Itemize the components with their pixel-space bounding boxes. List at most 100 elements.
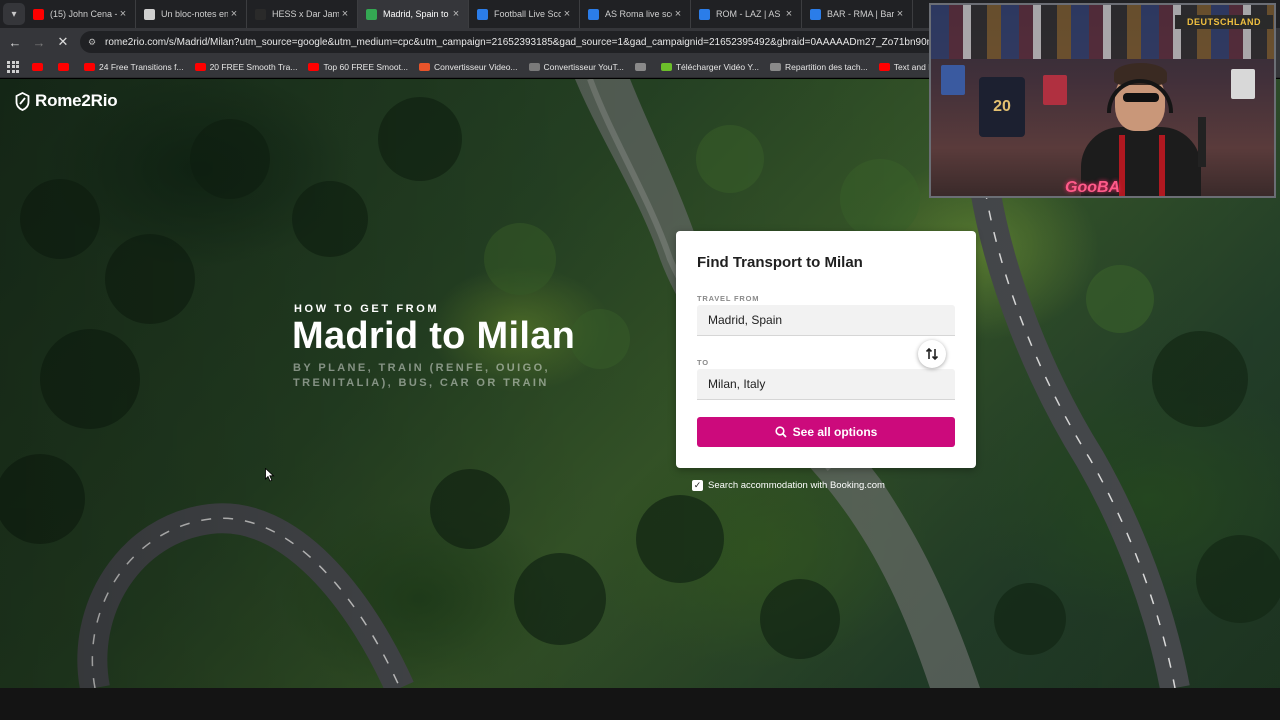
from-value[interactable]: Madrid, Spain [708, 313, 782, 327]
tab-search-chevron-icon[interactable]: ▾ [3, 3, 25, 25]
hero-kicker: HOW TO GET FROM [294, 303, 440, 315]
forward-arrow-icon[interactable]: → [27, 30, 51, 54]
accommodation-label[interactable]: Search accommodation with Booking.com [708, 480, 885, 491]
search-card: Find Transport to Milan TRAVEL FROM Madr… [676, 231, 976, 468]
to-field[interactable]: Milan, Italy [697, 369, 955, 400]
to-value[interactable]: Milan, Italy [708, 377, 765, 391]
bookmark-2[interactable]: 24 Free Transitions f... [84, 62, 184, 72]
k-icon [255, 8, 266, 20]
webcam-wall-posters [931, 5, 1274, 59]
see-all-options-label: See all options [792, 425, 878, 439]
tab-title[interactable]: Football Live Scor [494, 9, 561, 19]
apps-grid-icon[interactable] [6, 60, 20, 74]
c-icon [588, 8, 599, 20]
youtube-icon [33, 8, 44, 20]
framed-jersey: 20 [979, 77, 1025, 137]
tab-title[interactable]: AS Roma live scor [605, 9, 672, 19]
bottom-bar [0, 688, 1280, 720]
tab-title[interactable]: HESS x Dar Jamila [272, 9, 339, 19]
tab-6[interactable]: ROM - LAZ | AS R × [691, 0, 802, 28]
tab-close-icon[interactable]: × [450, 8, 462, 20]
wall-poster [1043, 75, 1067, 105]
tab-close-icon[interactable]: × [339, 8, 351, 20]
converter-icon [528, 62, 540, 71]
tab-2[interactable]: HESS x Dar Jamila× [247, 0, 358, 28]
bookmark-7[interactable] [634, 62, 650, 71]
rome2rio-logo-icon [15, 91, 30, 111]
tab-close-icon[interactable]: × [228, 8, 240, 20]
tab-close-icon[interactable]: × [561, 8, 573, 20]
tab-title[interactable]: BAR - RMA | Barc [827, 9, 894, 19]
tab-title[interactable]: Un bloc-notes en [161, 9, 228, 19]
tab-close-icon[interactable]: × [783, 8, 795, 20]
bookmark-1[interactable] [58, 62, 73, 71]
wall-poster [1231, 69, 1255, 99]
youtube-icon [194, 62, 206, 71]
mouse-cursor-icon [265, 468, 275, 482]
rome2rio-logo[interactable]: Rome2Rio [15, 91, 118, 111]
search-icon [775, 426, 787, 438]
from-label: TRAVEL FROM [697, 294, 760, 303]
youtube-icon [308, 62, 320, 71]
tab-0[interactable]: (15) John Cena - × [25, 0, 136, 28]
bookmark-label[interactable]: Repartition des tach... [785, 62, 868, 72]
page-title: Madrid to Milan [292, 315, 576, 357]
swap-locations-button[interactable] [918, 340, 946, 368]
to-label: TO [697, 358, 709, 367]
swap-arrows-icon [925, 347, 939, 361]
accommodation-option[interactable]: ✓ Search accommodation with Booking.com [692, 480, 885, 491]
microphone-arm [1198, 117, 1206, 167]
bookmark-label[interactable]: 24 Free Transitions f... [99, 62, 184, 72]
globe-icon [634, 62, 646, 71]
bookmark-5[interactable]: Convertisseur Video... [419, 62, 518, 72]
tab-close-icon[interactable]: × [894, 8, 906, 20]
back-arrow-icon[interactable]: ← [3, 30, 27, 54]
tab-close-icon[interactable]: × [117, 8, 129, 20]
youtube-icon [58, 62, 69, 71]
bookmark-8[interactable]: Télécharger Vidéo Y... [660, 62, 759, 72]
hero-subtitle: BY PLANE, TRAIN (RENFE, OUIGO, TRENITALI… [293, 362, 550, 389]
tab-4[interactable]: Football Live Scor × [469, 0, 580, 28]
document-icon [770, 62, 781, 71]
bookmark-9[interactable]: Repartition des tach... [770, 62, 868, 72]
tab-title[interactable]: Madrid, Spain to [383, 9, 450, 19]
document-icon [144, 8, 155, 20]
stop-loading-icon[interactable]: ✕ [51, 30, 75, 54]
c-icon [699, 8, 710, 20]
tab-close-icon[interactable]: × [672, 8, 684, 20]
webcam-wall-banner: DEUTSCHLAND [1175, 15, 1273, 29]
bookmark-4[interactable]: Top 60 FREE Smoot... [308, 62, 408, 72]
tab-3[interactable]: Madrid, Spain to × [358, 0, 469, 28]
tab-1[interactable]: Un bloc-notes en × [136, 0, 247, 28]
tab-7[interactable]: BAR - RMA | Barc × [802, 0, 913, 28]
bookmark-label[interactable]: Convertisseur Video... [434, 62, 517, 72]
download-icon [660, 62, 672, 71]
youtube-icon [878, 62, 890, 71]
tab-title[interactable]: (15) John Cena - [50, 9, 117, 19]
webcam-overlay: DEUTSCHLAND 20 GooBA [929, 3, 1276, 198]
bookmark-3[interactable]: 20 FREE Smooth Tra... [194, 62, 298, 72]
location-pin-icon [366, 8, 377, 20]
z-icon [419, 62, 431, 71]
bookmark-0[interactable] [32, 62, 47, 71]
c-icon [810, 8, 821, 20]
search-card-title: Find Transport to Milan [697, 254, 863, 271]
bookmark-label[interactable]: Télécharger Vidéo Y... [676, 62, 759, 72]
wall-poster [941, 65, 965, 95]
from-field[interactable]: Madrid, Spain [697, 305, 955, 336]
see-all-options-button[interactable]: See all options [697, 417, 955, 447]
c-icon [477, 8, 488, 20]
logo-text: Rome2Rio [35, 91, 118, 110]
page-scrollbar[interactable] [1270, 79, 1280, 688]
tab-5[interactable]: AS Roma live scor × [580, 0, 691, 28]
bookmark-label[interactable]: 20 FREE Smooth Tra... [210, 62, 298, 72]
url-text[interactable]: rome2rio.com/s/Madrid/Milan?utm_source=g… [105, 37, 984, 48]
site-info-icon[interactable]: ⚙ [88, 37, 100, 48]
bookmark-label[interactable]: Convertisseur YouT... [544, 62, 624, 72]
streamer-name-sign: GooBA [1065, 179, 1121, 196]
tab-title[interactable]: ROM - LAZ | AS R [716, 9, 783, 19]
bookmark-6[interactable]: Convertisseur YouT... [528, 62, 624, 72]
youtube-icon [32, 62, 43, 71]
accommodation-checkbox[interactable]: ✓ [692, 480, 703, 491]
bookmark-label[interactable]: Top 60 FREE Smoot... [323, 62, 408, 72]
